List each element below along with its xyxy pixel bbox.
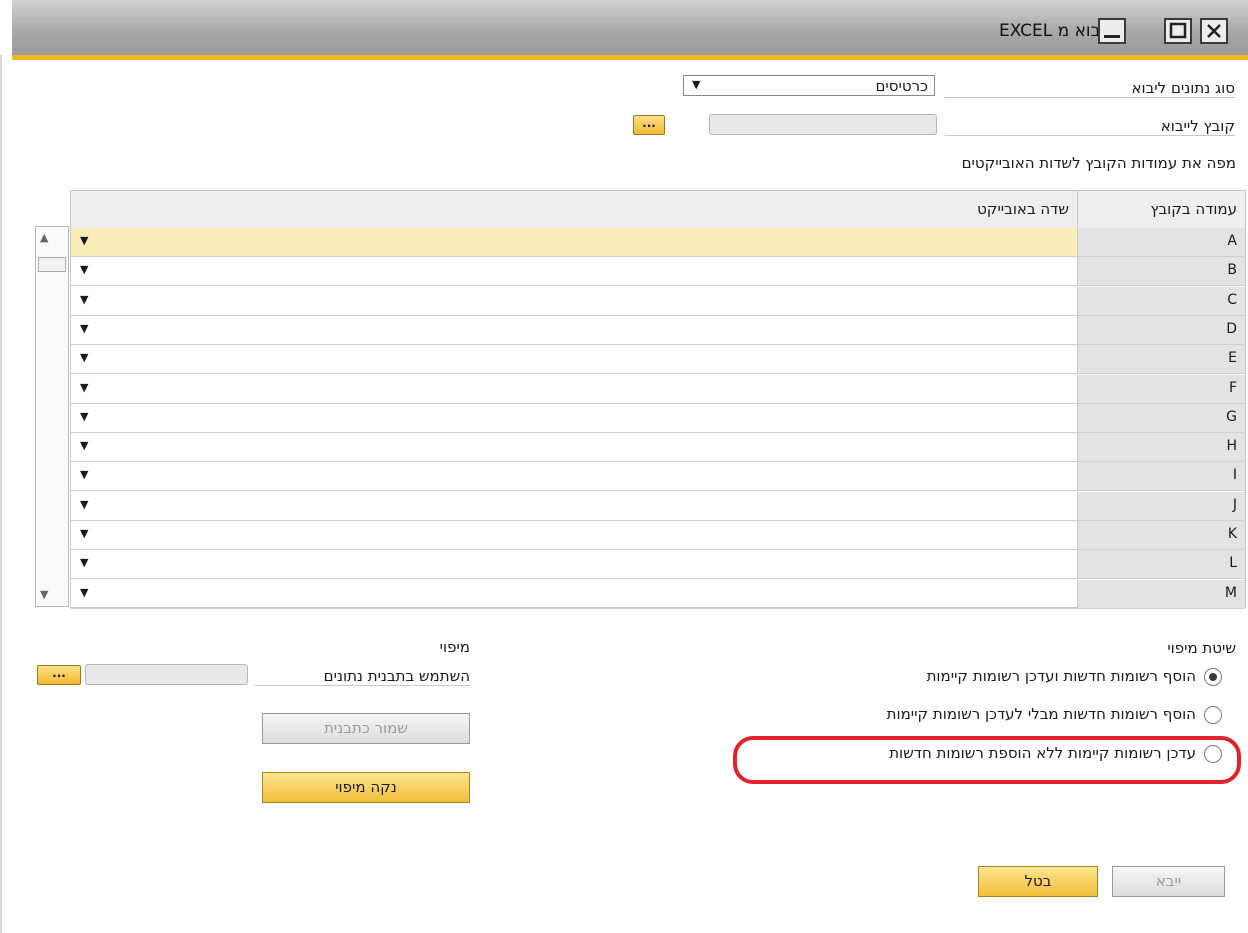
column-header-file[interactable]: עמודה בקובץ: [1077, 191, 1245, 228]
browse-file-button[interactable]: ...: [633, 115, 665, 135]
use-template-row: השתמש בתבנית נתונים: [255, 667, 470, 686]
file-path-field[interactable]: [709, 114, 937, 135]
row-key-cell: A: [1077, 228, 1245, 256]
field-dropdown[interactable]: ▼: [71, 550, 1077, 578]
mapping-title: מיפוי: [439, 638, 470, 656]
grid-scrollbar[interactable]: ▲ ▼: [35, 226, 69, 607]
scroll-down-icon[interactable]: ▼: [40, 588, 48, 601]
dropdown-arrow-icon: ▼: [80, 585, 89, 599]
table-row[interactable]: L ▼: [71, 550, 1245, 580]
table-row[interactable]: C ▼: [71, 286, 1245, 316]
mapping-method-title: שיטת מיפוי: [1167, 639, 1236, 657]
table-row[interactable]: K ▼: [71, 521, 1245, 550]
data-type-label: סוג נתונים ליבוא: [1131, 79, 1235, 97]
row-key-cell: G: [1077, 403, 1245, 432]
field-dropdown[interactable]: ▼: [71, 287, 1077, 315]
dropdown-arrow-icon: ▼: [80, 380, 89, 394]
data-type-value: כרטיסים: [875, 77, 928, 95]
window-edge: [0, 55, 2, 933]
dropdown-arrow-icon: ▼: [80, 556, 89, 570]
maximize-icon: [1169, 22, 1187, 39]
minimize-icon: [1104, 35, 1120, 38]
row-key-cell: B: [1077, 257, 1245, 286]
row-key-cell: F: [1077, 374, 1245, 403]
row-key-cell: E: [1077, 345, 1245, 374]
maximize-button[interactable]: [1164, 18, 1192, 44]
radio-label-1[interactable]: הוסף רשומות חדשות ועדכן רשומות קיימות: [927, 667, 1196, 685]
table-row[interactable]: A ▼: [71, 228, 1245, 257]
table-row[interactable]: B ▼: [71, 257, 1245, 287]
close-icon: [1207, 24, 1221, 38]
table-row[interactable]: I ▼: [71, 462, 1245, 492]
file-label: קובץ לייבוא: [1160, 117, 1235, 135]
row-key-cell: I: [1077, 462, 1245, 491]
dropdown-arrow-icon: ▼: [80, 468, 89, 482]
row-key-cell: H: [1077, 433, 1245, 462]
cancel-button[interactable]: בטל: [978, 866, 1098, 897]
field-dropdown[interactable]: ▼: [71, 492, 1077, 520]
row-key-cell: C: [1077, 286, 1245, 315]
data-type-label-row: סוג נתונים ליבוא: [945, 79, 1235, 98]
clear-mapping-button[interactable]: נקה מיפוי: [262, 772, 470, 803]
field-dropdown[interactable]: ▼: [71, 433, 1077, 461]
field-dropdown[interactable]: ▼: [71, 316, 1077, 344]
scroll-up-icon[interactable]: ▲: [40, 231, 48, 244]
dropdown-arrow-icon: ▼: [80, 234, 89, 247]
row-key-cell: L: [1077, 550, 1245, 579]
row-key-cell: J: [1077, 491, 1245, 520]
table-row[interactable]: D ▼: [71, 315, 1245, 345]
table-row[interactable]: J ▼: [71, 491, 1245, 521]
data-type-dropdown[interactable]: כרטיסים ▼: [683, 75, 935, 96]
field-dropdown[interactable]: ▼: [71, 404, 1077, 432]
column-header-field[interactable]: שדה באובייקט: [71, 191, 1077, 228]
table-row[interactable]: H ▼: [71, 433, 1245, 463]
table-row[interactable]: E ▼: [71, 345, 1245, 375]
table-row[interactable]: M ▼: [71, 579, 1245, 609]
field-dropdown[interactable]: ▼: [71, 257, 1077, 285]
map-heading: מפה את עמודות הקובץ לשדות האובייקטים: [961, 154, 1236, 172]
field-dropdown[interactable]: ▼: [71, 521, 1077, 549]
scroll-thumb[interactable]: [38, 257, 66, 272]
field-dropdown[interactable]: ▼: [71, 580, 1077, 608]
row-key-cell: K: [1077, 521, 1245, 549]
row-key-cell: M: [1077, 579, 1245, 608]
template-field[interactable]: [85, 664, 248, 685]
radio-option-2[interactable]: [1204, 706, 1222, 724]
radio-option-1[interactable]: [1204, 668, 1222, 686]
field-dropdown[interactable]: ▼: [71, 228, 1077, 256]
window-title: ייבוא מ EXCEL: [998, 21, 1108, 41]
dropdown-arrow-icon: ▼: [80, 351, 89, 365]
title-bar: ייבוא מ EXCEL: [12, 0, 1248, 60]
save-template-button[interactable]: שמור כתבנית: [262, 713, 470, 744]
field-dropdown[interactable]: ▼: [71, 345, 1077, 373]
grid-header: עמודה בקובץ שדה באובייקט: [71, 191, 1245, 229]
annotation-highlight: [733, 736, 1241, 784]
field-dropdown[interactable]: ▼: [71, 462, 1077, 490]
browse-template-button[interactable]: ...: [37, 665, 81, 685]
import-button[interactable]: ייבא: [1112, 866, 1225, 897]
table-row[interactable]: G ▼: [71, 403, 1245, 433]
radio-label-2[interactable]: הוסף רשומות חדשות מבלי לעדכן רשומות קיימ…: [887, 705, 1196, 723]
dropdown-arrow-icon: ▼: [80, 527, 89, 540]
dropdown-arrow-icon: ▼: [80, 409, 89, 423]
dropdown-arrow-icon: ▼: [80, 439, 89, 453]
row-key-cell: D: [1077, 315, 1245, 344]
field-dropdown[interactable]: ▼: [71, 375, 1077, 403]
table-row[interactable]: F ▼: [71, 374, 1245, 404]
minimize-button[interactable]: [1098, 18, 1126, 44]
dropdown-arrow-icon: ▼: [692, 78, 701, 91]
close-button[interactable]: [1200, 18, 1228, 44]
dropdown-arrow-icon: ▼: [80, 292, 89, 306]
mapping-grid: עמודה בקובץ שדה באובייקט A ▼ B ▼ C ▼ D ▼ E ▼ F ▼ G ▼ H…: [70, 190, 1246, 609]
dropdown-arrow-icon: ▼: [80, 497, 89, 511]
dropdown-arrow-icon: ▼: [80, 321, 89, 335]
file-label-row: קובץ לייבוא: [945, 117, 1235, 136]
dropdown-arrow-icon: ▼: [80, 263, 89, 277]
use-template-label: השתמש בתבנית נתונים: [323, 667, 470, 685]
